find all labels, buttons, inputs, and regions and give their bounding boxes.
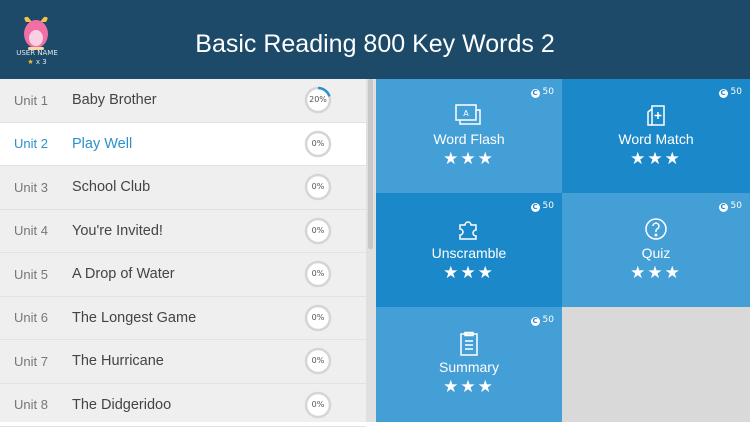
- scrollbar[interactable]: [366, 79, 376, 422]
- coin-icon: C: [531, 203, 540, 212]
- unit-number: Unit 6: [14, 310, 48, 325]
- unit-title: The Hurricane: [72, 353, 164, 369]
- unit-number: Unit 7: [14, 354, 48, 369]
- unit-number: Unit 3: [14, 180, 48, 195]
- unit-row[interactable]: Unit 8 The Didgeridoo 0%: [0, 384, 366, 427]
- activity-tile-summary[interactable]: C50 Summary ★★★: [376, 307, 562, 422]
- progress-label: 0%: [304, 130, 332, 158]
- flashcard-icon: A: [376, 103, 562, 127]
- page-title: Basic Reading 800 Key Words 2: [0, 30, 750, 59]
- question-icon: [562, 217, 750, 241]
- activity-grid: C50 A Word Flash ★★★C50 Word Match ★★★C5…: [376, 79, 750, 422]
- coin-icon: C: [531, 317, 540, 326]
- unit-title: Play Well: [72, 136, 132, 152]
- unit-title: The Didgeridoo: [72, 397, 171, 413]
- star-rating: ★★★: [376, 263, 562, 283]
- unit-title: Baby Brother: [72, 92, 157, 108]
- coin-count: C50: [531, 201, 554, 212]
- progress-label: 0%: [304, 260, 332, 288]
- activity-label: Summary: [376, 359, 562, 375]
- unit-list: Unit 1 Baby Brother 20%Unit 2 Play Well …: [0, 79, 366, 422]
- unit-row[interactable]: Unit 7 The Hurricane 0%: [0, 340, 366, 384]
- activity-label: Unscramble: [376, 245, 562, 261]
- unit-row[interactable]: Unit 3 School Club 0%: [0, 166, 366, 210]
- unit-row[interactable]: Unit 2 Play Well 0%: [0, 123, 366, 167]
- unit-title: The Longest Game: [72, 310, 196, 326]
- unit-title: School Club: [72, 179, 150, 195]
- progress-ring: 20%: [304, 86, 332, 114]
- progress-ring: 0%: [304, 173, 332, 201]
- coin-icon: C: [531, 89, 540, 98]
- progress-ring: 0%: [304, 391, 332, 419]
- activity-tile-word-match[interactable]: C50 Word Match ★★★: [562, 79, 750, 193]
- star-rating: ★★★: [376, 377, 562, 397]
- unit-title: A Drop of Water: [72, 266, 175, 282]
- coin-icon: C: [719, 89, 728, 98]
- unit-number: Unit 8: [14, 397, 48, 412]
- unit-number: Unit 1: [14, 93, 48, 108]
- progress-ring: 0%: [304, 347, 332, 375]
- star-rating: ★★★: [562, 263, 750, 283]
- header: USER NAME ★ x 3 Basic Reading 800 Key Wo…: [0, 0, 750, 79]
- unit-row[interactable]: Unit 5 A Drop of Water 0%: [0, 253, 366, 297]
- unit-number: Unit 2: [14, 136, 48, 151]
- activity-tile-quiz[interactable]: C50 Quiz ★★★: [562, 193, 750, 307]
- progress-label: 0%: [304, 304, 332, 332]
- coin-count: C50: [531, 315, 554, 326]
- progress-ring: 0%: [304, 217, 332, 245]
- activity-label: Word Flash: [376, 131, 562, 147]
- activity-tile-unscramble[interactable]: C50 Unscramble ★★★: [376, 193, 562, 307]
- activity-label: Word Match: [562, 131, 750, 147]
- star-count: ★ x 3: [6, 58, 68, 66]
- unit-number: Unit 4: [14, 223, 48, 238]
- progress-label: 0%: [304, 391, 332, 419]
- unit-row[interactable]: Unit 6 The Longest Game 0%: [0, 297, 366, 341]
- star-icon: ★: [27, 58, 33, 66]
- coin-count: C50: [719, 201, 742, 212]
- puzzle-icon: [376, 217, 562, 241]
- progress-ring: 0%: [304, 130, 332, 158]
- progress-label: 20%: [304, 86, 332, 114]
- progress-label: 0%: [304, 347, 332, 375]
- card-match-icon: [562, 103, 750, 127]
- scroll-thumb[interactable]: [368, 79, 373, 249]
- activity-label: Quiz: [562, 245, 750, 261]
- unit-title: You're Invited!: [72, 223, 163, 239]
- star-rating: ★★★: [376, 149, 562, 169]
- progress-label: 0%: [304, 173, 332, 201]
- unit-row[interactable]: Unit 1 Baby Brother 20%: [0, 79, 366, 123]
- svg-text:A: A: [463, 109, 469, 118]
- activity-tile-word-flash[interactable]: C50 A Word Flash ★★★: [376, 79, 562, 193]
- progress-ring: 0%: [304, 304, 332, 332]
- unit-row[interactable]: Unit 4 You're Invited! 0%: [0, 210, 366, 254]
- document-icon: [376, 331, 562, 355]
- coin-count: C50: [531, 87, 554, 98]
- star-rating: ★★★: [562, 149, 750, 169]
- coin-icon: C: [719, 203, 728, 212]
- progress-label: 0%: [304, 217, 332, 245]
- progress-ring: 0%: [304, 260, 332, 288]
- unit-number: Unit 5: [14, 267, 48, 282]
- coin-count: C50: [719, 87, 742, 98]
